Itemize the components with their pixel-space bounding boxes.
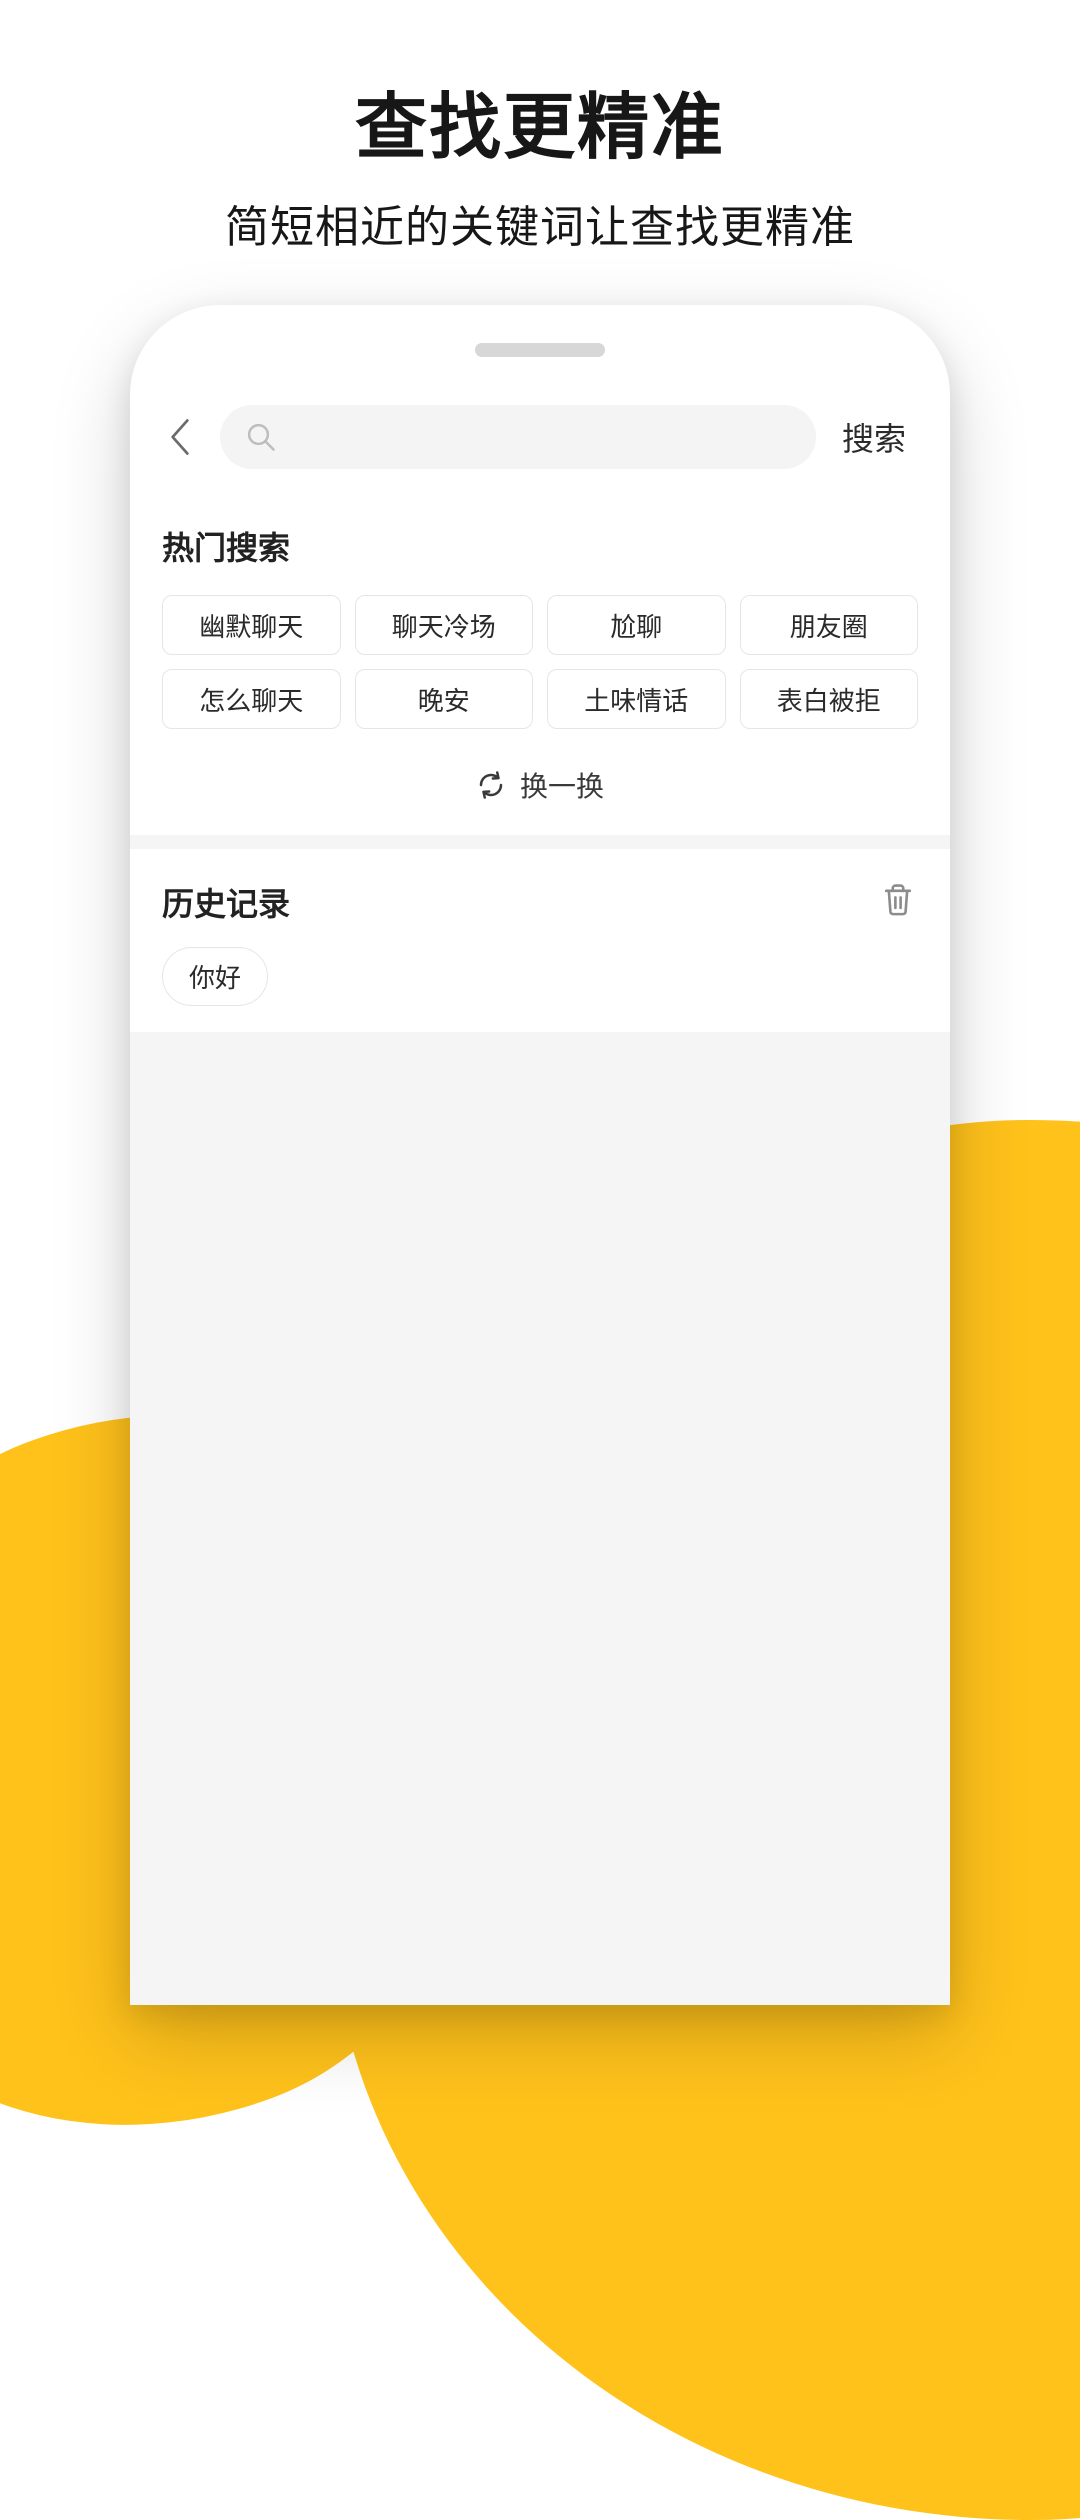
section-divider [130,835,950,849]
hot-tag[interactable]: 表白被拒 [740,669,919,729]
hot-tag[interactable]: 聊天冷场 [355,595,534,655]
clear-history-button[interactable] [882,883,914,922]
refresh-icon [476,770,506,800]
hot-tag[interactable]: 晚安 [355,669,534,729]
phone-speaker [475,343,605,357]
search-icon [246,422,276,452]
phone-frame: 搜索 热门搜索 幽默聊天 聊天冷场 尬聊 朋友圈 怎么聊天 晚安 土味情话 表白… [130,305,950,2005]
hero-subtitle: 简短相近的关键词让查找更精准 [0,191,1080,255]
trash-icon [882,883,914,917]
hero: 查找更精准 简短相近的关键词让查找更精准 [0,0,1080,255]
history-chip[interactable]: 你好 [162,947,268,1006]
hero-title: 查找更精准 [0,68,1080,173]
history-title: 历史记录 [162,879,290,925]
hot-tag[interactable]: 土味情话 [547,669,726,729]
hot-search-title: 热门搜索 [162,523,918,569]
hot-tag[interactable]: 朋友圈 [740,595,919,655]
chevron-left-icon [169,417,191,457]
hot-tag[interactable]: 尬聊 [547,595,726,655]
search-bar: 搜索 [130,395,950,469]
hot-tag-grid: 幽默聊天 聊天冷场 尬聊 朋友圈 怎么聊天 晚安 土味情话 表白被拒 [162,595,918,729]
history-chips: 你好 [130,947,950,1032]
history-header: 历史记录 [130,849,950,947]
refresh-label: 换一换 [520,765,604,805]
hot-search-section: 热门搜索 幽默聊天 聊天冷场 尬聊 朋友圈 怎么聊天 晚安 土味情话 表白被拒 … [130,523,950,805]
hot-tag[interactable]: 幽默聊天 [162,595,341,655]
search-input[interactable] [220,405,816,469]
refresh-button[interactable]: 换一换 [162,765,918,805]
back-button[interactable] [158,409,202,465]
search-button[interactable]: 搜索 [834,414,914,460]
app-screen: 搜索 热门搜索 幽默聊天 聊天冷场 尬聊 朋友圈 怎么聊天 晚安 土味情话 表白… [130,395,950,2005]
hot-tag[interactable]: 怎么聊天 [162,669,341,729]
empty-area [130,1032,950,2005]
